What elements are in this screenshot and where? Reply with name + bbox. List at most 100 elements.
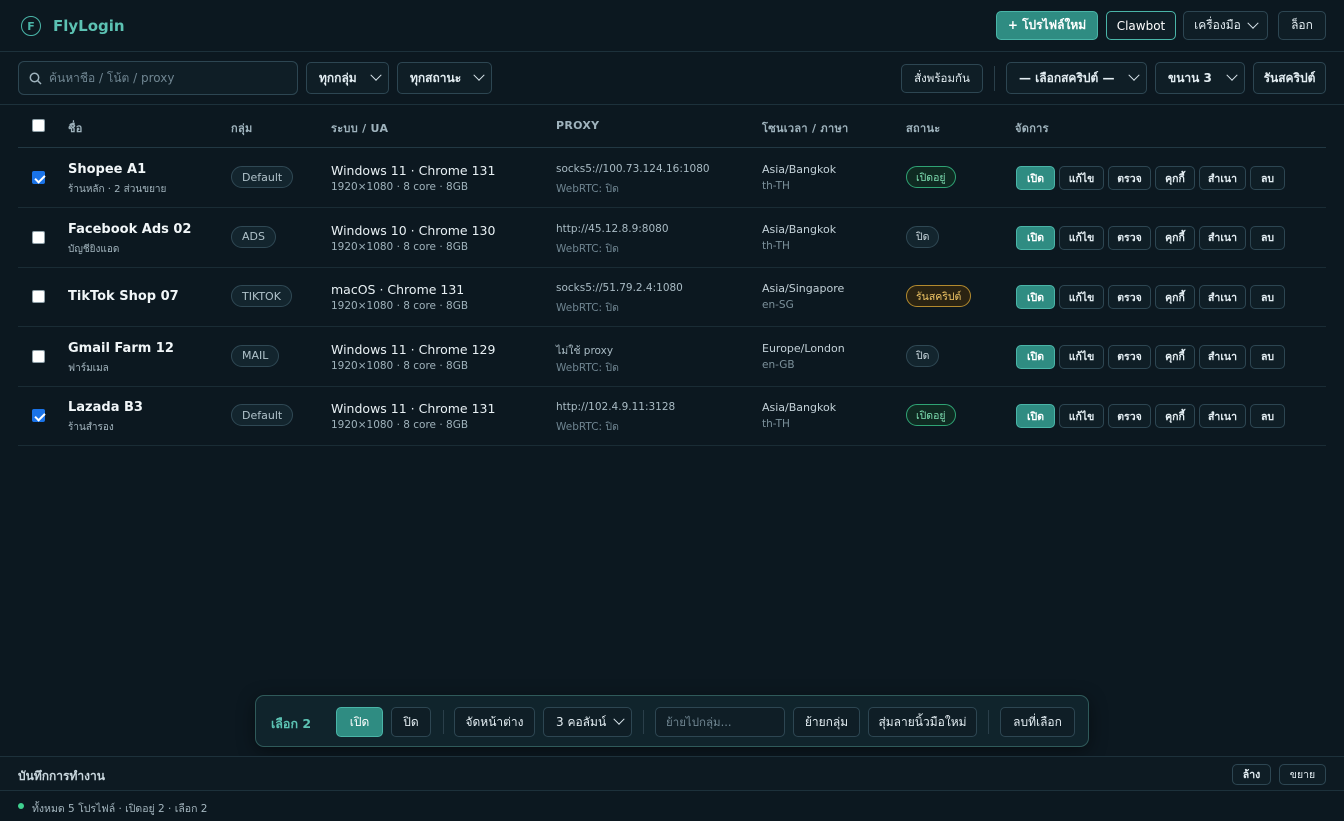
open-profile-button[interactable]: เปิด xyxy=(1016,166,1055,190)
delete-profile-button[interactable]: ลบ xyxy=(1250,404,1285,428)
open-profile-button[interactable]: เปิด xyxy=(1016,285,1055,309)
clone-profile-button[interactable]: สำเนา xyxy=(1199,404,1246,428)
clawbot-button[interactable]: Clawbot xyxy=(1106,11,1176,40)
table-row[interactable]: TikTok Shop 07 TIKTOK macOS · Chrome 131 19… xyxy=(18,267,1326,327)
edit-profile-button[interactable]: แก้ไข xyxy=(1059,225,1104,250)
row-checkbox[interactable] xyxy=(32,230,45,244)
script-select-value: — เลือกสคริปต์ — xyxy=(1019,70,1115,85)
check-profile-button[interactable]: ตรวจ xyxy=(1108,225,1151,250)
bulk-divider xyxy=(443,710,444,734)
column-header-name[interactable]: ชื่อ xyxy=(68,119,83,137)
group-filter-value: ทุกกลุ่ม xyxy=(319,70,357,85)
edit-profile-button[interactable]: แก้ไข xyxy=(1059,166,1104,190)
webrtc-status: WebRTC: ปิด xyxy=(556,361,619,374)
delete-profile-button[interactable]: ลบ xyxy=(1250,225,1285,250)
run-script-button[interactable]: รันสคริปต์ xyxy=(1253,62,1326,94)
row-checkbox[interactable] xyxy=(32,409,45,422)
status-badge: ปิด xyxy=(906,225,940,248)
arrange-windows-button[interactable]: จัดหน้าต่าง xyxy=(454,707,535,737)
script-select[interactable]: — เลือกสคริปต์ — xyxy=(1006,62,1147,94)
row-checkbox[interactable] xyxy=(32,349,45,363)
delete-selected-button[interactable]: ลบที่เลือก xyxy=(1000,707,1075,737)
edit-profile-button[interactable]: แก้ไข xyxy=(1059,344,1104,369)
language: th-TH xyxy=(762,418,790,430)
language: th-TH xyxy=(762,180,790,192)
table-row[interactable]: Gmail Farm 12 ฟาร์มเมล MAIL Windows 11 · Ch… xyxy=(18,327,1326,387)
table-row[interactable]: Facebook Ads 02 บัญชียิงแอด ADS Windows 10 … xyxy=(18,208,1326,268)
column-header-actions: จัดการ xyxy=(1015,122,1049,135)
column-header-timezone[interactable]: โซนเวลา / ภาษา xyxy=(762,119,848,137)
check-profile-button[interactable]: ตรวจ xyxy=(1108,404,1151,428)
profile-name: Facebook Ads 02 xyxy=(68,221,192,237)
row-checkbox[interactable] xyxy=(32,290,45,303)
move-group-input[interactable] xyxy=(655,707,785,737)
expand-log-button[interactable]: ขยาย xyxy=(1279,764,1326,785)
check-profile-button[interactable]: ตรวจ xyxy=(1108,166,1151,190)
bulk-close-button[interactable]: ปิด xyxy=(391,707,431,737)
columns-select[interactable]: 3 คอลัมน์ xyxy=(543,707,632,737)
open-profile-button[interactable]: เปิด xyxy=(1016,344,1055,369)
column-header-status[interactable]: สถานะ xyxy=(906,119,940,137)
select-all-checkbox[interactable] xyxy=(32,119,45,132)
sync-button[interactable]: สั่งพร้อมกัน xyxy=(901,64,983,93)
cookie-button[interactable]: คุกกี้ xyxy=(1155,344,1195,369)
language: th-TH xyxy=(762,239,790,252)
cookie-button[interactable]: คุกกี้ xyxy=(1155,285,1195,309)
cookie-button[interactable]: คุกกี้ xyxy=(1155,404,1195,428)
table-row[interactable]: Lazada B3 ร้านสำรอง Default Windows 11 · Ch… xyxy=(18,386,1326,446)
clear-log-button[interactable]: ล้าง xyxy=(1232,764,1271,785)
app-title: FlyLogin xyxy=(53,17,125,35)
delete-profile-button[interactable]: ลบ xyxy=(1250,344,1285,369)
column-header-group[interactable]: กลุ่ม xyxy=(231,119,253,137)
language: en-GB xyxy=(762,358,795,371)
logout-button[interactable]: ล็อก xyxy=(1278,11,1326,40)
chevron-down-icon xyxy=(1226,69,1238,81)
column-header-proxy[interactable]: PROXY xyxy=(556,119,599,132)
check-profile-button[interactable]: ตรวจ xyxy=(1108,344,1151,369)
search-input[interactable] xyxy=(49,71,279,85)
webrtc-status: WebRTC: ปิด xyxy=(556,242,619,255)
chevron-down-icon xyxy=(1128,69,1140,81)
tools-menu-button[interactable]: เครื่องมือ xyxy=(1183,11,1268,40)
randomize-fingerprint-button[interactable]: สุ่มลายนิ้วมือใหม่ xyxy=(868,707,977,737)
status-filter-select[interactable]: ทุกสถานะ xyxy=(397,62,492,94)
open-profile-button[interactable]: เปิด xyxy=(1016,225,1055,250)
column-header-system[interactable]: ระบบ / UA xyxy=(331,119,388,137)
clone-profile-button[interactable]: สำเนา xyxy=(1199,285,1246,309)
check-profile-button[interactable]: ตรวจ xyxy=(1108,285,1151,309)
parallel-select[interactable]: ขนาน 3 xyxy=(1155,62,1245,94)
move-group-button[interactable]: ย้ายกลุ่ม xyxy=(793,707,860,737)
bulk-open-button[interactable]: เปิด xyxy=(336,707,383,737)
profile-name: Gmail Farm 12 xyxy=(68,340,174,356)
clone-profile-button[interactable]: สำเนา xyxy=(1199,166,1246,190)
webrtc-status: WebRTC: ปิด xyxy=(556,302,619,314)
bulk-divider xyxy=(988,710,989,734)
profile-name: TikTok Shop 07 xyxy=(68,289,179,304)
cookie-button[interactable]: คุกกี้ xyxy=(1155,225,1195,250)
group-badge: ADS xyxy=(231,225,276,248)
group-badge: Default xyxy=(231,166,294,188)
cookie-button[interactable]: คุกกี้ xyxy=(1155,166,1195,190)
selected-count: เลือก 2 xyxy=(271,716,312,731)
table-row[interactable]: Shopee A1 ร้านหลัก · 2 ส่วนขยาย Default Win… xyxy=(18,148,1326,208)
new-profile-button[interactable]: + โปรไฟล์ใหม่ xyxy=(996,11,1098,40)
hardware-spec: 1920×1080 · 8 core · 8GB xyxy=(331,419,469,431)
row-checkbox[interactable] xyxy=(32,171,45,184)
os-browser: macOS · Chrome 131 xyxy=(331,282,465,297)
parallel-select-value: ขนาน 3 xyxy=(1168,70,1212,85)
clone-profile-button[interactable]: สำเนา xyxy=(1199,225,1246,250)
delete-profile-button[interactable]: ลบ xyxy=(1250,166,1285,190)
search-box[interactable] xyxy=(18,61,298,95)
webrtc-status: WebRTC: ปิด xyxy=(556,421,619,433)
open-profile-button[interactable]: เปิด xyxy=(1016,404,1055,428)
timezone: Asia/Bangkok xyxy=(762,163,837,176)
group-filter-select[interactable]: ทุกกลุ่ม xyxy=(306,62,389,94)
edit-profile-button[interactable]: แก้ไข xyxy=(1059,404,1104,428)
profile-note: ร้านหลัก · 2 ส่วนขยาย xyxy=(68,184,167,195)
delete-profile-button[interactable]: ลบ xyxy=(1250,285,1285,309)
clone-profile-button[interactable]: สำเนา xyxy=(1199,344,1246,369)
proxy-address: socks5://100.73.124.16:1080 xyxy=(556,163,710,175)
edit-profile-button[interactable]: แก้ไข xyxy=(1059,285,1104,309)
chevron-down-icon xyxy=(1247,17,1259,29)
bulk-divider xyxy=(643,710,644,734)
